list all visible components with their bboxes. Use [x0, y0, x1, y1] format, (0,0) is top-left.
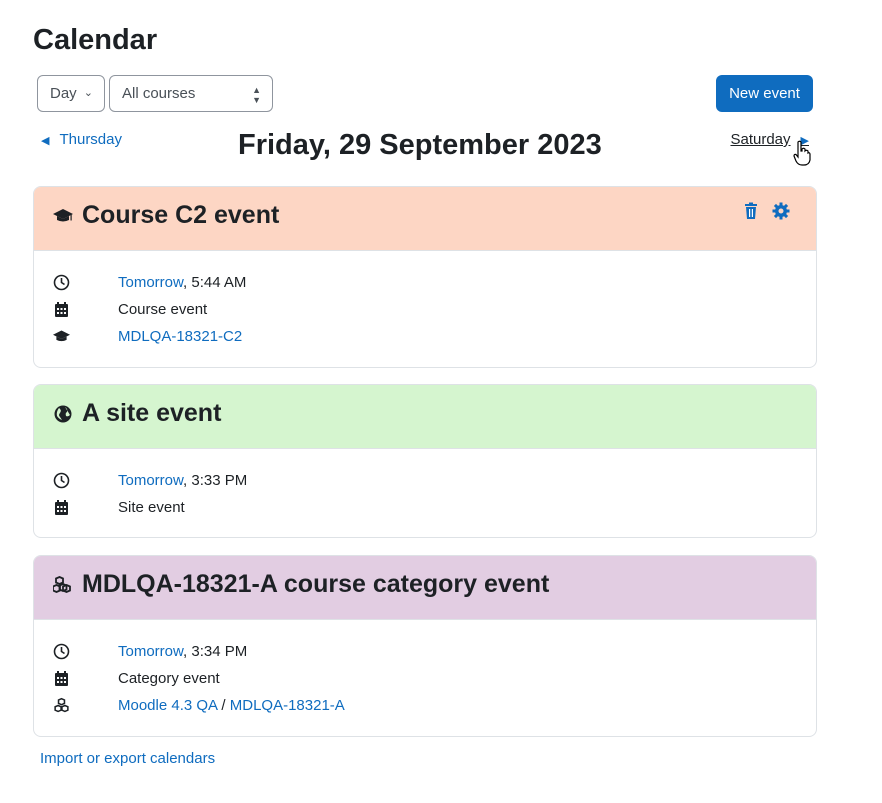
trash-icon[interactable]: [742, 202, 760, 220]
cubes-icon: [53, 576, 71, 593]
current-date: Friday, 29 September 2023: [238, 129, 602, 161]
event-time-row: Tomorrow, 3:33 PM: [34, 470, 816, 497]
event-date-link[interactable]: Tomorrow: [118, 274, 183, 291]
event-title: A site event: [82, 399, 222, 427]
event-time-row: Tomorrow, 5:44 AM: [34, 272, 816, 299]
calendar-icon: [55, 671, 68, 686]
course-select-value: All courses: [122, 85, 196, 102]
event-time-value: , 5:44 AM: [183, 274, 247, 291]
event-title: Course C2 event: [82, 201, 280, 229]
import-export-calendars-link[interactable]: Import or export calendars: [40, 750, 215, 767]
hand-pointer-icon: [793, 140, 811, 166]
previous-day-label: Thursday: [59, 131, 122, 148]
event-card-header: A site event: [34, 385, 816, 449]
next-day-label: Saturday: [730, 131, 791, 148]
event-title: MDLQA-18321-A course category event: [82, 570, 550, 598]
event-type-row: Site event: [34, 497, 816, 524]
calendar-icon: [55, 500, 68, 515]
gear-icon[interactable]: [772, 202, 790, 220]
event-card-site: A site event Tomorrow, 3:33 PM Site even…: [33, 384, 817, 538]
graduation-cap-icon: [53, 209, 73, 222]
event-actions: [734, 202, 790, 225]
event-date-link[interactable]: Tomorrow: [118, 472, 183, 489]
clock-icon: [53, 643, 70, 660]
category-link-child[interactable]: MDLQA-18321-A: [230, 697, 345, 714]
event-course-row: MDLQA-18321-C2: [34, 326, 816, 353]
day-navigation: ◀ Thursday Friday, 29 September 2023 Satu…: [33, 125, 817, 170]
previous-day-link[interactable]: ◀ Thursday: [41, 131, 122, 148]
cubes-icon: [54, 697, 69, 713]
event-type: Course event: [118, 301, 208, 318]
event-card-category: MDLQA-18321-A course category event Tomo…: [33, 555, 817, 737]
sort-arrows-icon: ▲ ▼: [252, 85, 261, 105]
event-date-link[interactable]: Tomorrow: [118, 643, 183, 660]
globe-icon: [54, 405, 72, 423]
event-category-path: Moodle 4.3 QA / MDLQA-18321-A: [118, 697, 345, 714]
event-type-row: Course event: [34, 299, 816, 326]
chevron-down-icon: ⌄: [83, 87, 93, 99]
event-time-row: Tomorrow, 3:34 PM: [34, 641, 816, 668]
event-time: Tomorrow, 3:33 PM: [118, 472, 247, 489]
event-time: Tomorrow, 3:34 PM: [118, 643, 247, 660]
event-category-row: Moodle 4.3 QA / MDLQA-18321-A: [34, 695, 816, 722]
page-title: Calendar: [33, 24, 158, 56]
calendar-icon: [55, 302, 68, 317]
event-card-body: Tomorrow, 3:34 PM Category event Moodle …: [34, 620, 816, 722]
course-select[interactable]: All courses ▲ ▼: [109, 75, 273, 112]
category-separator: /: [217, 697, 230, 714]
event-type: Category event: [118, 670, 220, 687]
event-course-link[interactable]: MDLQA-18321-C2: [118, 328, 242, 345]
event-card-header: MDLQA-18321-A course category event: [34, 556, 816, 620]
event-type-row: Category event: [34, 668, 816, 695]
new-event-button[interactable]: New event: [716, 75, 813, 112]
graduation-cap-icon: [53, 330, 70, 342]
clock-icon: [53, 472, 70, 489]
event-time-value: , 3:33 PM: [183, 472, 248, 489]
event-card-body: Tomorrow, 3:33 PM Site event: [34, 449, 816, 524]
event-time-value: , 3:34 PM: [183, 643, 248, 660]
view-select-value: Day: [50, 85, 77, 102]
view-select[interactable]: Day ⌄: [37, 75, 105, 112]
event-time: Tomorrow, 5:44 AM: [118, 274, 246, 291]
event-card-header: Course C2 event: [34, 187, 816, 251]
event-card-course-c2: Course C2 event Tomorrow, 5:44 AM Course…: [33, 186, 817, 368]
event-type: Site event: [118, 499, 185, 516]
calendar-toolbar: Day ⌄ All courses ▲ ▼ New event: [37, 75, 813, 112]
clock-icon: [53, 274, 70, 291]
arrow-left-icon: ◀: [41, 135, 50, 147]
event-card-body: Tomorrow, 5:44 AM Course event MDLQA-183…: [34, 251, 816, 353]
category-link-parent[interactable]: Moodle 4.3 QA: [118, 697, 217, 714]
